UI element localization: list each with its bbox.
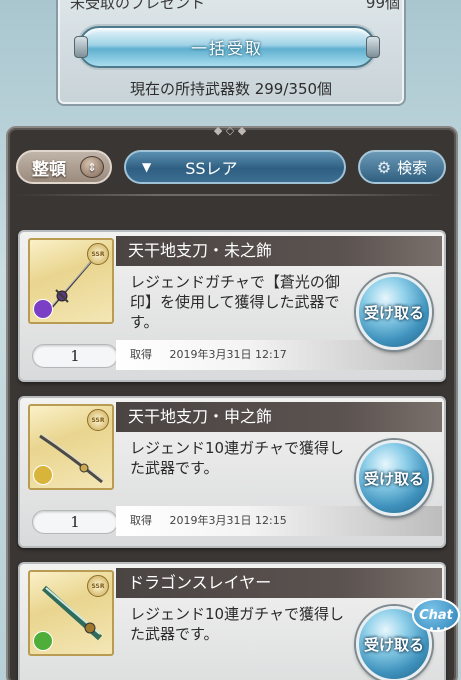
- weapon-name: ドラゴンスレイヤー: [116, 568, 442, 598]
- chat-dots-icon: •••: [428, 624, 450, 635]
- weapon-description: レジェンド10連ガチャで獲得した武器です。: [130, 605, 344, 643]
- list-toolbar: 整頓 ⇕ ▼ SSレア ⚙ 検索: [16, 148, 446, 188]
- unclaimed-presents-row: 未受取のプレゼント 99個: [70, 0, 400, 12]
- element-icon: [33, 299, 53, 319]
- obtained-label: 取得: [130, 348, 152, 361]
- weapon-name: 天干地支刀・申之飾: [116, 402, 442, 432]
- weapon-thumbnail[interactable]: SSR: [28, 238, 114, 324]
- ssr-rarity-icon: SSR: [87, 575, 109, 597]
- obtained-date: 2019年3月31日 12:17: [169, 348, 287, 361]
- unclaimed-presents-label: 未受取のプレゼント: [70, 0, 206, 12]
- claim-button[interactable]: 受け取る: [356, 274, 432, 350]
- chevron-up-down-icon: ⇕: [80, 156, 104, 178]
- obtained-date: 2019年3月31日 12:15: [169, 514, 287, 527]
- claim-label: 受け取る: [363, 469, 424, 488]
- present-item-card: SSR 天干地支刀・申之飾 レジェンド10連ガチャで獲得した武器です。 1 取得…: [18, 396, 446, 548]
- weapon-count-text: 現在の所持武器数 299/350個: [129, 80, 333, 98]
- button-cap-left: [74, 36, 88, 58]
- claim-all-label: 一括受取: [190, 39, 263, 58]
- claim-button[interactable]: 受け取る: [356, 440, 432, 516]
- element-icon: [33, 465, 53, 485]
- rarity-filter-dropdown[interactable]: ▼ SSレア: [124, 150, 346, 184]
- claim-all-button[interactable]: 一括受取: [74, 26, 380, 68]
- claim-label: 受け取る: [363, 635, 424, 654]
- weapon-name: 天干地支刀・未之飾: [116, 236, 442, 266]
- search-button[interactable]: ⚙ 検索: [358, 150, 446, 184]
- quantity-badge: 1: [32, 344, 118, 368]
- rarity-filter-label: SSレア: [185, 159, 238, 178]
- claim-label: 受け取る: [363, 303, 424, 322]
- quantity-badge: 1: [32, 510, 118, 534]
- panel-ornament-icon: ◆ ◇ ◆: [213, 124, 247, 137]
- sort-button[interactable]: 整頓 ⇕: [16, 150, 112, 184]
- weapon-thumbnail[interactable]: SSR: [28, 570, 114, 656]
- search-label: 検索: [397, 158, 428, 177]
- obtained-label: 取得: [130, 514, 152, 527]
- toolbar-divider: [16, 194, 444, 196]
- chat-label: Chat: [419, 607, 453, 623]
- ssr-rarity-icon: SSR: [87, 243, 109, 265]
- sort-label: 整頓: [32, 159, 66, 180]
- present-item-card: SSR 天干地支刀・未之飾 レジェンドガチャで【蒼光の御印】を使用して獲得した武…: [18, 230, 446, 382]
- button-cap-right: [366, 36, 380, 58]
- gear-icon: ⚙: [376, 157, 392, 177]
- element-icon: [33, 631, 53, 651]
- weapon-description: レジェンドガチャで【蒼光の御印】を使用して獲得した武器です。: [130, 273, 340, 331]
- unclaimed-presents-count: 99個: [365, 0, 400, 12]
- dropdown-triangle-icon: ▼: [142, 160, 152, 174]
- weapon-thumbnail[interactable]: SSR: [28, 404, 114, 490]
- ssr-rarity-icon: SSR: [87, 409, 109, 431]
- present-item-card: SSR ドラゴンスレイヤー レジェンド10連ガチャで獲得した武器です。 受け取る: [18, 562, 446, 680]
- weapon-description: レジェンド10連ガチャで獲得した武器です。: [130, 439, 344, 477]
